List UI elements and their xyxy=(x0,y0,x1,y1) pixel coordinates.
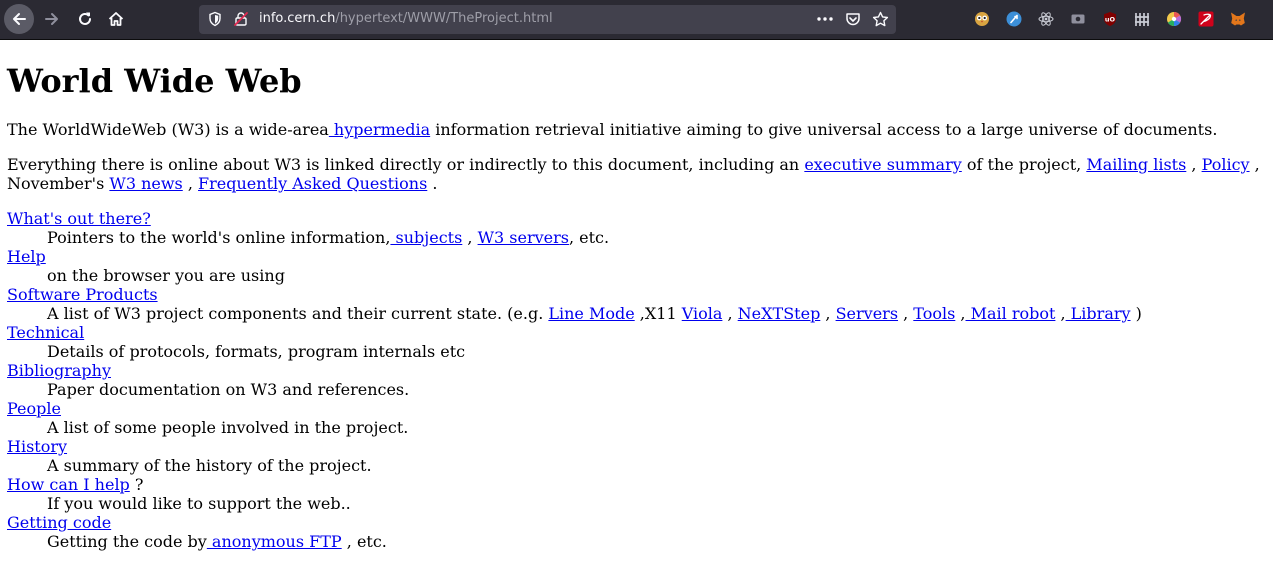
shield-icon[interactable] xyxy=(207,11,223,27)
description-text: , etc. xyxy=(568,228,610,247)
description-text: , xyxy=(898,304,914,323)
description-text: , xyxy=(820,304,836,323)
w3-servers-link[interactable]: W3 servers xyxy=(478,228,569,247)
document: World Wide Web The WorldWideWeb (W3) is … xyxy=(7,40,1267,551)
library-link[interactable]: Library xyxy=(1066,304,1131,323)
faq-link[interactable]: Frequently Asked Questions xyxy=(198,174,427,193)
topic-description: Pointers to the world's online informati… xyxy=(47,228,1267,247)
topic-description: Details of protocols, formats, program i… xyxy=(47,342,466,361)
color-picker-icon[interactable] xyxy=(1165,10,1182,27)
intro-paragraph: The WorldWideWeb (W3) is a wide-area hyp… xyxy=(7,120,1267,139)
page-title: World Wide Web xyxy=(7,62,302,100)
arrow-left-icon xyxy=(13,13,26,25)
description-text: A list of W3 project components and thei… xyxy=(47,304,549,323)
description-text: , xyxy=(1055,304,1066,323)
description-text: , xyxy=(955,304,966,323)
react-devtools-icon[interactable] xyxy=(1037,10,1054,27)
executive-summary-link[interactable]: executive summary xyxy=(804,155,961,174)
viola-link[interactable]: Viola xyxy=(682,304,723,323)
home-button[interactable] xyxy=(101,4,131,34)
forward-button[interactable] xyxy=(37,4,67,34)
url-path: /hypertext/WWW/TheProject.html xyxy=(335,11,553,26)
summary-text: . xyxy=(427,174,438,193)
getting-code-link[interactable]: Getting code xyxy=(7,513,111,532)
topic-term: How can I help ? xyxy=(7,475,1267,494)
help-link[interactable]: Help xyxy=(7,247,46,266)
svg-text:uO: uO xyxy=(1104,15,1115,23)
topic-description: If you would like to support the web.. xyxy=(47,494,351,513)
software-products-link[interactable]: Software Products xyxy=(7,285,158,304)
w3-news-link[interactable]: W3 news xyxy=(109,174,182,193)
topic-description: A list of some people involved in the pr… xyxy=(47,418,409,437)
ublock-origin-icon[interactable]: uO xyxy=(1101,10,1118,27)
description-text: , etc. xyxy=(341,532,387,551)
line-mode-link[interactable]: Line Mode xyxy=(548,304,634,323)
summary-text: , xyxy=(1186,155,1202,174)
term-suffix: ? xyxy=(129,475,144,494)
summary-text: Everything there is online about W3 is l… xyxy=(7,155,805,174)
history-link[interactable]: History xyxy=(7,437,67,456)
url-text[interactable]: info.cern.ch/hypertext/WWW/TheProject.ht… xyxy=(259,11,553,27)
description-text: , xyxy=(722,304,738,323)
anonymous-ftp-link[interactable]: anonymous FTP xyxy=(207,532,342,551)
topic-list: What's out there? Pointers to the world'… xyxy=(7,209,1267,551)
topic-description: Paper documentation on W3 and references… xyxy=(47,380,410,399)
whats-out-there-link[interactable]: What's out there? xyxy=(7,209,151,228)
topic-term: Bibliography xyxy=(7,361,1267,380)
url-host: info.cern.ch xyxy=(259,11,336,26)
reload-button[interactable] xyxy=(70,4,100,34)
mail-robot-link[interactable]: Mail robot xyxy=(966,304,1056,323)
summary-text: of the project, xyxy=(961,155,1087,174)
topic-term: People xyxy=(7,399,1267,418)
metamask-fox-icon[interactable] xyxy=(1229,10,1246,27)
intro-text: The WorldWideWeb (W3) is a wide-area xyxy=(7,120,329,139)
how-can-i-help-link[interactable]: How can I help xyxy=(7,475,130,494)
back-button[interactable] xyxy=(4,4,34,34)
mailing-lists-link[interactable]: Mailing lists xyxy=(1086,155,1186,174)
page-actions-icon[interactable] xyxy=(816,11,834,27)
pocket-icon[interactable] xyxy=(845,11,861,27)
people-link[interactable]: People xyxy=(7,399,61,418)
home-icon xyxy=(108,12,124,26)
description-text: ,X11 xyxy=(634,304,682,323)
topic-term: Getting code xyxy=(7,513,1267,532)
intro-text-end: information retrieval initiative aiming … xyxy=(430,120,1218,139)
topic-description: A list of W3 project components and thei… xyxy=(47,304,1267,323)
topic-description: A summary of the history of the project. xyxy=(47,456,372,475)
tracker-blocker-icon[interactable] xyxy=(1133,10,1150,27)
arrow-right-icon xyxy=(45,13,58,25)
policy-link[interactable]: Policy xyxy=(1202,155,1250,174)
topic-term: History xyxy=(7,437,1267,456)
topic-term: What's out there? xyxy=(7,209,1267,228)
technical-link[interactable]: Technical xyxy=(7,323,84,342)
summary-paragraph: Everything there is online about W3 is l… xyxy=(7,155,1267,193)
servers-link[interactable]: Servers xyxy=(836,304,898,323)
owl-extension-icon[interactable] xyxy=(973,10,990,27)
tools-link[interactable]: Tools xyxy=(913,304,955,323)
url-bar[interactable]: info.cern.ch/hypertext/WWW/TheProject.ht… xyxy=(199,5,896,34)
topic-term: Technical xyxy=(7,323,1267,342)
browser-toolbar: info.cern.ch/hypertext/WWW/TheProject.ht… xyxy=(0,0,1273,40)
screenshot-icon[interactable] xyxy=(1069,10,1086,27)
reload-icon xyxy=(79,12,91,25)
insecure-lock-icon[interactable] xyxy=(233,11,249,27)
dark-reader-icon[interactable] xyxy=(1005,10,1022,27)
bibliography-link[interactable]: Bibliography xyxy=(7,361,111,380)
hypermedia-link[interactable]: hypermedia xyxy=(329,120,430,139)
bookmark-star-icon[interactable] xyxy=(872,11,889,27)
topic-term: Software Products xyxy=(7,285,1267,304)
topic-term: Help xyxy=(7,247,1267,266)
nextstep-link[interactable]: NeXTStep xyxy=(738,304,821,323)
topic-description: Getting the code by anonymous FTP , etc. xyxy=(47,532,1267,551)
description-text: , xyxy=(462,228,478,247)
description-text: Pointers to the world's online informati… xyxy=(47,228,391,247)
topic-description: on the browser you are using xyxy=(47,266,285,285)
summary-text: , xyxy=(182,174,199,193)
subjects-link[interactable]: subjects xyxy=(390,228,463,247)
description-text: ) xyxy=(1130,304,1142,323)
feather-icon[interactable] xyxy=(1197,10,1214,27)
description-text: Getting the code by xyxy=(47,532,207,551)
